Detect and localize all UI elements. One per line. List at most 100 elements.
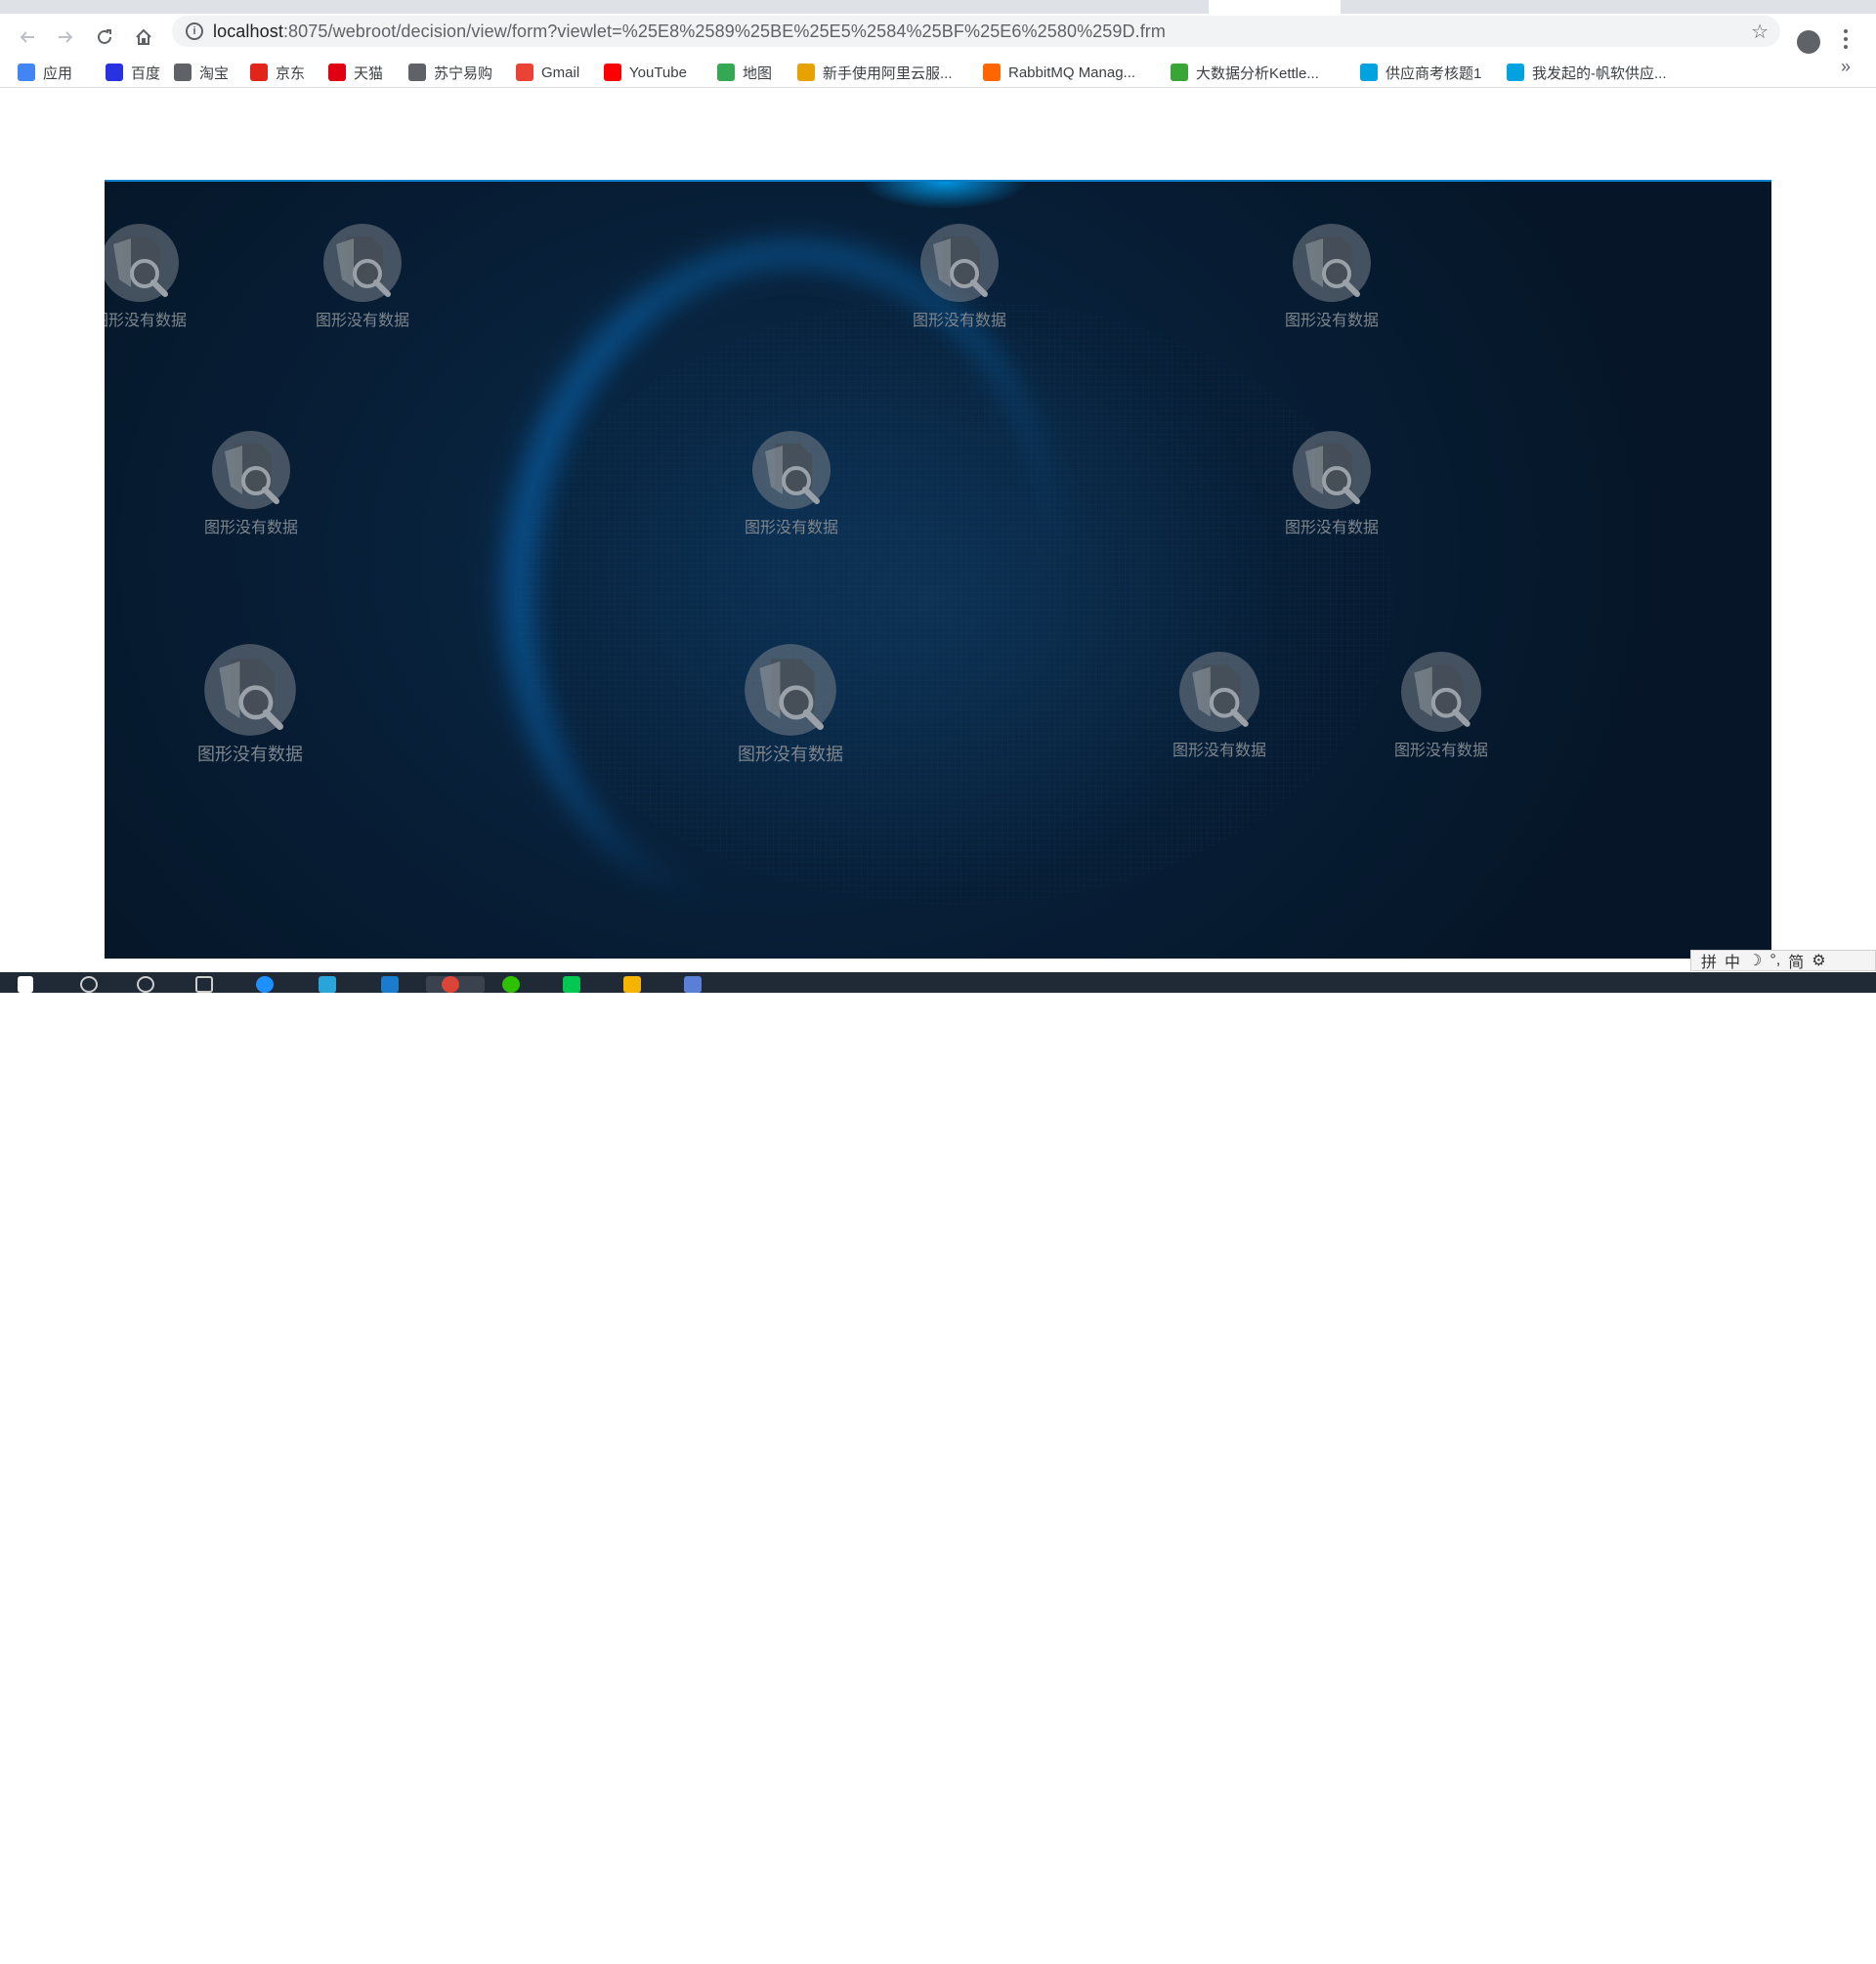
rabbitmq-icon	[983, 64, 1001, 81]
punctuation-icon[interactable]: °,	[1769, 952, 1780, 969]
bookmark-label: 供应商考核题1	[1386, 64, 1482, 82]
bookmark-label: 天猫	[354, 64, 384, 82]
bookmark-item[interactable]: 新手使用阿里云服...	[797, 61, 953, 84]
bookmark-item[interactable]: 苏宁易购	[408, 61, 492, 84]
no-data-placeholder: 图形没有数据	[1394, 651, 1488, 760]
baidu-icon	[106, 64, 123, 81]
gmail-icon	[516, 64, 533, 81]
site-info-icon[interactable]: i	[186, 22, 203, 40]
globe-icon	[174, 64, 192, 81]
windows-taskbar: 15:32	[0, 972, 1876, 1964]
url-path: :8075/webroot/decision/view/form?viewlet…	[282, 21, 1166, 41]
bookmarks-overflow-button[interactable]: »	[1841, 57, 1851, 77]
bookmark-label: RabbitMQ Manag...	[1008, 64, 1136, 81]
kettle-icon	[1171, 64, 1188, 81]
bookmark-item[interactable]: 京东	[250, 61, 305, 84]
ime-toolbar[interactable]: 拼 中 ☽ °, 简 ⚙	[1690, 950, 1876, 971]
ime-settings-icon[interactable]: ⚙	[1812, 951, 1825, 970]
apps-grid-icon	[18, 64, 35, 81]
bookmark-label: YouTube	[629, 64, 687, 81]
profile-avatar-icon[interactable]	[1797, 30, 1820, 54]
no-data-placeholder: 图形没有数据	[204, 430, 298, 537]
start-icon[interactable]	[18, 976, 33, 993]
back-button[interactable]	[14, 23, 41, 51]
reload-icon	[98, 29, 111, 44]
no-data-label: 图形没有数据	[316, 313, 410, 329]
no-data-search-icon	[323, 224, 402, 302]
bookmark-item[interactable]: Gmail	[516, 61, 579, 84]
arrow-left-icon	[20, 31, 34, 43]
no-data-label: 图形没有数据	[738, 745, 843, 764]
no-data-label: 图形没有数据	[745, 520, 839, 536]
app-icon-2[interactable]	[381, 976, 399, 993]
bookmark-label: 苏宁易购	[434, 64, 493, 82]
no-data-placeholder: 图形没有数据	[1285, 430, 1379, 537]
bookmark-item[interactable]: 地图	[717, 61, 772, 84]
bookmark-item[interactable]: 百度	[106, 61, 160, 84]
cortana-icon[interactable]	[137, 976, 154, 993]
app-icon-1[interactable]	[319, 976, 336, 993]
url-host: localhost	[213, 21, 283, 41]
url-text[interactable]: localhost:8075/webroot/decision/view/for…	[213, 21, 1166, 42]
no-data-search-icon	[1293, 224, 1371, 302]
moon-icon[interactable]: ☽	[1748, 951, 1762, 970]
arrow-right-icon	[59, 31, 73, 43]
no-data-search-icon	[105, 224, 179, 302]
forward-button[interactable]	[52, 23, 79, 51]
toolbar: i localhost:8075/webroot/decision/view/f…	[0, 14, 1876, 61]
bookmark-item[interactable]: 淘宝	[174, 61, 229, 84]
address-bar[interactable]: i localhost:8075/webroot/decision/view/f…	[172, 16, 1780, 47]
no-data-search-icon	[204, 644, 296, 736]
no-data-placeholder: 图形没有数据	[1285, 223, 1379, 330]
no-data-placeholder: 图形没有数据	[913, 223, 1006, 330]
bookmark-label: 淘宝	[199, 64, 230, 82]
no-data-placeholder: 图形没有数据	[197, 643, 303, 766]
no-data-label: 图形没有数据	[105, 313, 188, 329]
bookmark-label: 百度	[131, 64, 161, 82]
bookmark-item[interactable]: 大数据分析Kettle...	[1171, 61, 1319, 84]
bookmark-item[interactable]: 天猫	[328, 61, 383, 84]
home-button[interactable]	[130, 23, 157, 51]
bookmark-label: 大数据分析Kettle...	[1196, 64, 1319, 82]
no-data-placeholder: 图形没有数据	[316, 223, 409, 330]
app-icon-4[interactable]	[684, 976, 702, 993]
wechat-icon[interactable]	[502, 976, 520, 993]
bookmark-item[interactable]: 我发起的-帆软供应...	[1507, 61, 1667, 84]
bookmark-label: Gmail	[541, 64, 580, 81]
bookmark-star-icon[interactable]: ☆	[1751, 20, 1769, 44]
chrome-icon	[442, 976, 459, 993]
dashboard-canvas: 图形没有数据图形没有数据图形没有数据图形没有数据图形没有数据图形没有数据图形没有…	[105, 180, 1771, 959]
bookmark-item[interactable]: 供应商考核题1	[1360, 61, 1481, 84]
youtube-icon	[604, 64, 621, 81]
app-icon-3[interactable]	[563, 976, 580, 993]
no-data-label: 图形没有数据	[1285, 313, 1380, 329]
globe-icon	[408, 64, 426, 81]
no-data-search-icon	[1179, 652, 1259, 732]
no-data-label: 图形没有数据	[1285, 520, 1380, 536]
ime-chinese-mode[interactable]: 中	[1725, 949, 1740, 972]
bookmark-item[interactable]: RabbitMQ Manag...	[983, 61, 1135, 84]
search-icon[interactable]	[80, 976, 98, 993]
no-data-label: 图形没有数据	[1172, 743, 1267, 759]
ie-icon[interactable]	[256, 976, 274, 993]
ime-pinyin-icon[interactable]: 拼	[1701, 949, 1717, 972]
bookmark-label: 京东	[276, 64, 306, 82]
no-data-search-icon	[212, 431, 290, 509]
taskbar-clock[interactable]: 15:32	[1696, 1949, 1728, 1964]
no-data-search-icon	[920, 224, 999, 302]
reload-button[interactable]	[91, 23, 118, 51]
bookmark-label: 地图	[743, 64, 773, 82]
jd-icon	[250, 64, 268, 81]
no-data-label: 图形没有数据	[204, 520, 299, 536]
active-tab[interactable]	[1209, 0, 1341, 14]
aliyun-icon	[797, 64, 815, 81]
no-data-search-icon	[1293, 431, 1371, 509]
bookmark-item[interactable]: 应用	[18, 61, 72, 84]
bookmark-label: 新手使用阿里云服...	[823, 64, 953, 82]
bookmark-item[interactable]: YouTube	[604, 61, 687, 84]
ime-simplified-mode[interactable]: 简	[1788, 949, 1804, 972]
chrome-menu-icon[interactable]	[1843, 27, 1849, 51]
no-data-search-icon	[745, 644, 836, 736]
task-view-icon[interactable]	[195, 976, 213, 993]
folder-icon[interactable]	[623, 976, 641, 993]
